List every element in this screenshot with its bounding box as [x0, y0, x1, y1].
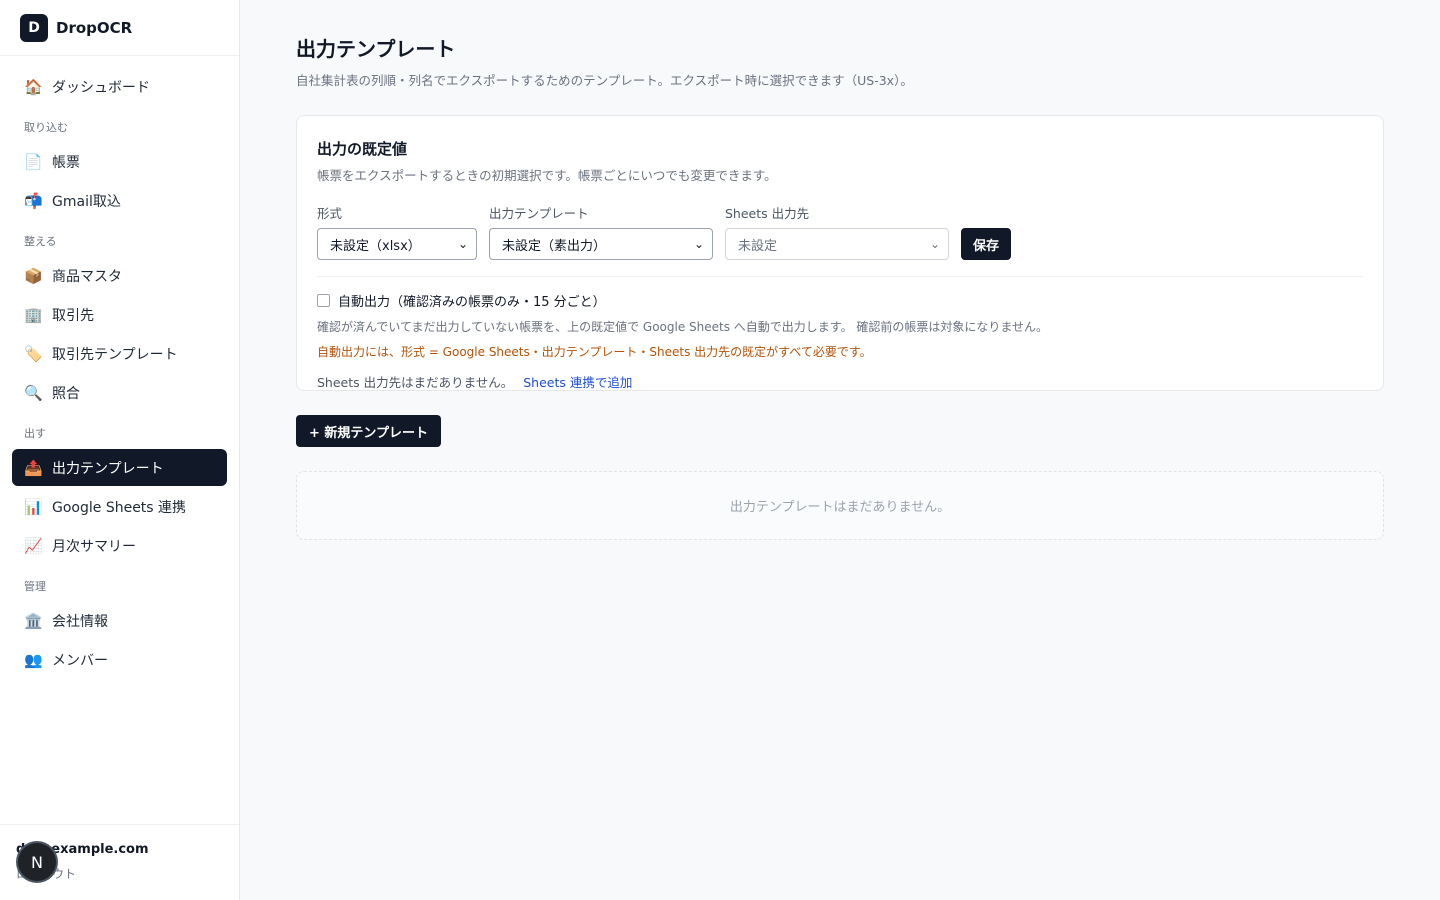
users-icon: 👥: [24, 650, 43, 669]
avatar[interactable]: N: [18, 843, 56, 881]
sheets-destination-label: Sheets 出力先: [725, 206, 810, 221]
sidebar-item-label: 会社情報: [52, 613, 108, 630]
trend-chart-icon: 📈: [24, 536, 43, 555]
sidebar-item-label: メンバー: [52, 652, 108, 669]
auto-export-label[interactable]: 自動出力（確認済みの帳票のみ・15 分ごと）: [338, 291, 606, 310]
format-select-value: 未設定（xlsx）: [330, 238, 421, 254]
chevron-down-icon: ⌄: [693, 237, 704, 251]
format-select[interactable]: 未設定（xlsx） ⌄: [317, 228, 477, 260]
chevron-down-icon: ⌄: [929, 237, 940, 251]
sidebar-item-label: 出力テンプレート: [52, 460, 164, 477]
package-icon: 📦: [24, 266, 43, 285]
sidebar-item-label: 取引先テンプレート: [52, 346, 178, 363]
sheets-status-text: Sheets 出力先はまだありません。: [317, 375, 514, 390]
save-button[interactable]: 保存: [961, 228, 1012, 260]
tag-icon: 🏷️: [24, 344, 43, 363]
sidebar-item-google-sheets[interactable]: 📊 Google Sheets 連携: [12, 488, 227, 525]
sidebar-item-suppliers[interactable]: 🏢 取引先: [12, 296, 227, 333]
card-description: 帳票をエクスポートするときの初期選択です。帳票ごとにいつでも変更できます。: [317, 168, 777, 183]
sidebar-item-label: 取引先: [52, 307, 94, 324]
sidebar-item-monthly-summary[interactable]: 📈 月次サマリー: [12, 527, 227, 564]
sidebar: D DropOCR 🏠 ダッシュボード 取り込む 📄 帳票 📬 Gmail取込 …: [0, 0, 240, 900]
brand[interactable]: D DropOCR: [0, 0, 239, 56]
card-title: 出力の既定値: [317, 140, 408, 158]
defaults-form-row: 形式 未設定（xlsx） ⌄ 出力テンプレート 未設定（素出力） ⌄ Sheet…: [317, 203, 1363, 260]
sidebar-item-label: 商品マスタ: [52, 268, 122, 285]
sheets-destination-select[interactable]: 未設定 ⌄: [725, 228, 949, 260]
sidebar-item-product-master[interactable]: 📦 商品マスタ: [12, 257, 227, 294]
template-select[interactable]: 未設定（素出力） ⌄: [489, 228, 713, 260]
sheets-destination-value: 未設定: [738, 238, 778, 254]
empty-state-message: 出力テンプレートはまだありません。: [729, 500, 951, 515]
page-subtitle: 自社集計表の列順・列名でエクスポートするためのテンプレート。エクスポート時に選択…: [296, 73, 913, 88]
auto-export-note: 確認が済んでいてまだ出力していない帳票を、上の既定値で Google Sheet…: [317, 320, 1049, 334]
nav-section-admin: 管理: [24, 580, 46, 593]
divider: [317, 276, 1363, 277]
format-field: 形式 未設定（xlsx） ⌄: [317, 203, 477, 260]
sidebar-item-dashboard[interactable]: 🏠 ダッシュボード: [12, 68, 227, 105]
sheets-status-row: Sheets 出力先はまだありません。 Sheets 連携で追加: [317, 372, 1363, 391]
mailbox-icon: 📬: [24, 191, 43, 210]
template-select-value: 未設定（素出力）: [502, 238, 607, 254]
magnifier-icon: 🔍: [24, 383, 43, 402]
document-icon: 📄: [24, 152, 43, 171]
app-name: DropOCR: [56, 18, 133, 37]
sidebar-item-supplier-templates[interactable]: 🏷️ 取引先テンプレート: [12, 335, 227, 372]
sidebar-item-label: 月次サマリー: [52, 538, 136, 555]
bar-chart-icon: 📊: [24, 497, 43, 516]
nav-section-output: 出す: [24, 427, 46, 440]
classical-building-icon: 🏛️: [24, 611, 43, 630]
auto-export-warning: 自動出力には、形式 = Google Sheets・出力テンプレート・Sheet…: [317, 345, 872, 359]
new-template-button[interactable]: + 新規テンプレート: [296, 415, 442, 447]
sidebar-item-label: Gmail取込: [52, 193, 121, 210]
empty-state: 出力テンプレートはまだありません。: [296, 471, 1384, 540]
sidebar-nav: 🏠 ダッシュボード 取り込む 📄 帳票 📬 Gmail取込 整える 📦 商品マス…: [0, 56, 239, 678]
sheets-link[interactable]: Sheets 連携で追加: [523, 375, 632, 390]
sidebar-item-output-templates[interactable]: 📤 出力テンプレート: [12, 449, 227, 486]
sidebar-item-documents[interactable]: 📄 帳票: [12, 143, 227, 180]
office-building-icon: 🏢: [24, 305, 43, 324]
output-defaults-card: 出力の既定値 帳票をエクスポートするときの初期選択です。帳票ごとにいつでも変更で…: [296, 115, 1384, 391]
nav-section-import: 取り込む: [24, 121, 68, 134]
nav-section-organize: 整える: [24, 235, 57, 248]
auto-export-row: 自動出力（確認済みの帳票のみ・15 分ごと）: [317, 291, 1363, 310]
sidebar-item-reconcile[interactable]: 🔍 照合: [12, 374, 227, 411]
app-logo: D: [20, 13, 48, 42]
auto-export-checkbox[interactable]: [317, 294, 330, 307]
chevron-down-icon: ⌄: [457, 237, 468, 251]
sidebar-item-members[interactable]: 👥 メンバー: [12, 641, 227, 678]
sidebar-item-label: 照合: [52, 385, 80, 402]
sidebar-item-label: Google Sheets 連携: [52, 499, 187, 516]
sidebar-item-gmail-import[interactable]: 📬 Gmail取込: [12, 182, 227, 219]
page-title: 出力テンプレート: [296, 37, 456, 61]
template-label: 出力テンプレート: [489, 206, 589, 221]
sidebar-footer: d…@example.com ログアウト N: [0, 824, 239, 900]
main-content: 出力テンプレート 自社集計表の列順・列名でエクスポートするためのテンプレート。エ…: [296, 0, 1384, 540]
house-icon: 🏠: [24, 77, 43, 96]
format-label: 形式: [317, 206, 343, 221]
outbox-tray-icon: 📤: [24, 458, 43, 477]
sidebar-item-label: 帳票: [52, 154, 80, 171]
sheets-destination-field: Sheets 出力先 未設定 ⌄: [725, 203, 949, 260]
sidebar-item-label: ダッシュボード: [52, 79, 150, 96]
sidebar-item-company-info[interactable]: 🏛️ 会社情報: [12, 602, 227, 639]
template-field: 出力テンプレート 未設定（素出力） ⌄: [489, 203, 713, 260]
